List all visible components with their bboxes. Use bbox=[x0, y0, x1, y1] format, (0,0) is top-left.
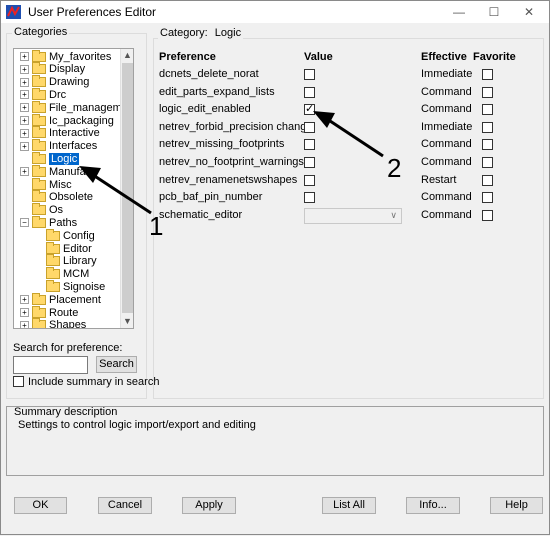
user-preferences-window: User Preferences Editor — ☐ ✕ Categories… bbox=[0, 0, 550, 535]
annotation-label-1: 1 bbox=[149, 211, 163, 241]
annotation-arrow-2 bbox=[313, 111, 384, 158]
annotation-arrow-1 bbox=[79, 166, 152, 215]
annotation-overlay: 1 2 bbox=[79, 111, 401, 241]
annotation-label-2: 2 bbox=[387, 153, 401, 183]
